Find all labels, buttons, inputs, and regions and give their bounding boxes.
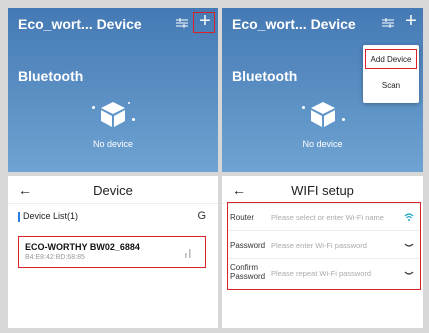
device-list-label: Device List(1) [23, 211, 79, 221]
device-name: ECO-WORTHY BW02_6884 [25, 242, 140, 252]
no-device-text: No device [302, 139, 343, 149]
device-card[interactable]: ECO-WORTHY BW02_6884 B4:E8:42:BD:68:85 [18, 236, 206, 268]
sparkle-icon [132, 118, 135, 121]
sparkle-icon [128, 102, 130, 104]
refresh-icon[interactable]: G [197, 210, 206, 222]
password-row[interactable]: Password Please enter Wi-Fi password [228, 231, 420, 259]
sparkle-icon [302, 106, 305, 109]
home-screen-panel: Eco_wort... Device + Bluetooth No device [8, 8, 218, 172]
app-header: Eco_wort... Device + [222, 8, 423, 38]
sparkle-icon [92, 106, 95, 109]
device-list-panel: ← Device Device List(1) G ECO-WORTHY BW0… [8, 176, 218, 328]
signal-icon [185, 249, 191, 258]
tune-icon[interactable] [382, 18, 394, 28]
router-label: Router [230, 213, 255, 222]
add-device-highlight [365, 49, 417, 69]
page-title: Device [93, 183, 133, 198]
tune-icon[interactable] [176, 18, 188, 28]
add-menu-panel: Eco_wort... Device + Bluetooth No device… [222, 8, 423, 172]
confirm-password-label: Confirm Password [230, 263, 266, 281]
app-header: Eco_wort... Device + [8, 8, 218, 38]
cube-icon [101, 102, 125, 127]
wifi-form: Router Please select or enter Wi-Fi name… [227, 202, 421, 290]
wifi-setup-panel: ← WIFI setup Router Please select or ent… [222, 176, 423, 328]
eye-closed-icon[interactable] [404, 268, 414, 278]
accent-bar [18, 211, 20, 222]
wifi-icon[interactable] [404, 212, 414, 222]
device-list-header: Device List(1) [18, 211, 78, 222]
page-title: WIFI setup [291, 183, 354, 198]
nav-bar: ← WIFI setup [222, 176, 423, 204]
device-title: Eco_wort... Device [232, 16, 356, 32]
no-device-text: No device [92, 139, 134, 149]
eye-closed-icon[interactable] [404, 240, 414, 250]
router-input[interactable]: Please select or enter Wi-Fi name [271, 213, 384, 222]
password-label: Password [230, 241, 266, 250]
device-mac: B4:E8:42:BD:68:85 [25, 254, 85, 261]
confirm-password-input[interactable]: Please repeat Wi-Fi password [271, 269, 371, 278]
bluetooth-section-title: Bluetooth [18, 68, 84, 84]
password-input[interactable]: Please enter Wi-Fi password [271, 241, 367, 250]
device-title: Eco_wort... Device [18, 16, 142, 32]
scan-menu-item[interactable]: Scan [363, 81, 419, 90]
bluetooth-section-title: Bluetooth [232, 68, 298, 84]
router-row[interactable]: Router Please select or enter Wi-Fi name [228, 203, 420, 231]
confirm-password-row[interactable]: Confirm Password Please repeat Wi-Fi pas… [228, 259, 420, 289]
cube-icon [311, 102, 335, 127]
dropdown-menu: Add Device Scan [363, 45, 419, 103]
nav-bar: ← Device [8, 176, 218, 204]
plus-highlight [193, 12, 215, 33]
plus-icon[interactable]: + [400, 11, 422, 33]
sparkle-icon [342, 118, 345, 121]
